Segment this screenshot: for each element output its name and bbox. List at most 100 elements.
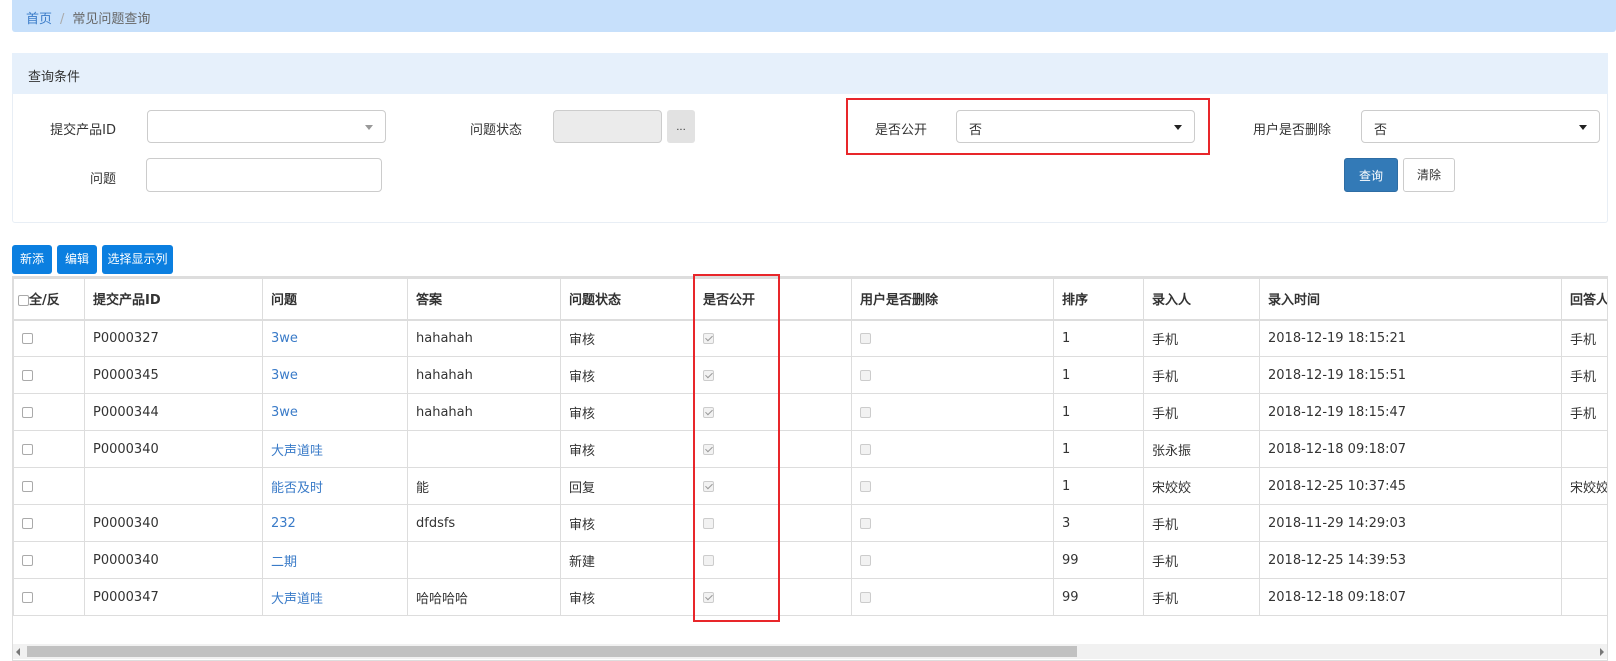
cell-status: 审核 [569,591,596,607]
cell-status: 审核 [569,406,596,422]
deleted-select[interactable]: 否 [1361,110,1600,143]
header-answer[interactable]: 答案 [407,278,561,321]
cell-status: 审核 [569,369,596,385]
scroll-right-icon[interactable] [1600,648,1604,656]
clear-button[interactable]: 清除 [1403,158,1455,192]
cell-order: 1 [1062,330,1071,346]
deleted-checkbox [860,554,871,566]
cell-time: 2018-12-18 09:18:07 [1268,589,1407,605]
cell-creator: 手机 [1152,332,1179,348]
deleted-checkbox [860,406,871,418]
table-cell: 99 [1053,541,1144,579]
table-cell: 张永振 [1143,430,1260,468]
table-cell: 审核 [560,504,695,542]
cell-status: 新建 [569,554,596,570]
breadcrumb-home-link[interactable]: 首页 [26,12,52,27]
table-row[interactable]: P0000345 3we hahahah 审核 1 手机 2018-12-19 18:15:… [13,356,1607,394]
question-input[interactable] [146,158,382,192]
horizontal-scrollbar[interactable] [13,644,1607,659]
cell-answer: 能 [416,480,430,496]
cell-status: 审核 [569,517,596,533]
table-cell [851,319,1054,357]
scroll-left-icon[interactable] [16,648,20,656]
table-cell: 哈哈哈哈 [407,578,561,616]
header-order[interactable]: 排序 [1053,278,1144,321]
table-cell: dfdsfs [407,504,561,542]
header-time[interactable]: 录入时间 [1259,278,1562,321]
row-select-checkbox[interactable] [22,406,33,418]
row-select-checkbox[interactable] [22,591,33,603]
deleted-checkbox [860,480,871,492]
cell-creator: 宋姣姣 [1152,480,1192,496]
cell-creator: 手机 [1152,406,1179,422]
table-cell [13,356,85,394]
add-button[interactable]: 新添 [12,245,52,274]
row-select-checkbox[interactable] [22,480,33,492]
cell-question-link[interactable]: 二期 [271,555,297,570]
cell-time: 2018-12-19 18:15:51 [1268,367,1407,383]
search-button[interactable]: 查询 [1344,158,1398,192]
header-creator[interactable]: 录入人 [1143,278,1260,321]
table-row[interactable]: P0000340 二期 新建 99 手机 2018-12-25 14:39:53 [13,541,1607,579]
cell-question-link[interactable]: 3we [271,331,298,346]
deleted-checkbox [860,517,871,529]
public-select[interactable]: 否 [956,110,1195,143]
table-row[interactable]: 能否及时 能 回复 1 宋姣姣 2018-12-25 10:37:45 宋姣姣 [13,467,1607,505]
row-select-checkbox[interactable] [22,369,33,381]
cell-time: 2018-12-25 14:39:53 [1268,552,1407,568]
cell-product-id: P0000327 [93,330,159,346]
table-cell: P0000347 [84,578,263,616]
cell-question-link[interactable]: 232 [271,516,296,531]
header-select-all[interactable]: 全/反 [13,278,85,321]
header-answerer[interactable]: 回答人 [1561,278,1607,321]
cell-question-link[interactable]: 大声道哇 [271,444,323,459]
cell-question-link[interactable]: 能否及时 [271,481,323,496]
edit-button[interactable]: 编辑 [57,245,97,274]
table-cell [13,504,85,542]
table-row[interactable]: P0000340 大声道哇 审核 1 张永振 2018-12-18 09:18:07 [13,430,1607,468]
status-input[interactable] [553,110,662,143]
cell-question-link[interactable]: 3we [271,368,298,383]
table-cell: 2018-12-19 18:15:51 [1259,356,1562,394]
cell-time: 2018-12-18 09:18:07 [1268,441,1407,457]
header-question[interactable]: 问题 [262,278,408,321]
table-cell [13,541,85,579]
table-row[interactable]: P0000344 3we hahahah 审核 1 手机 2018-12-19 18:15:… [13,393,1607,431]
cell-answer: hahahah [416,330,473,346]
table-row[interactable]: P0000340 232 dfdsfs 审核 3 手机 2018-11-29 14:29:0… [13,504,1607,542]
cell-answerer: 手机 [1570,406,1597,422]
table-row[interactable]: P0000347 大声道哇 哈哈哈哈 审核 99 手机 2018-12-18 09:18:0… [13,578,1607,616]
header-status[interactable]: 问题状态 [560,278,695,321]
cell-answer: 哈哈哈哈 [416,591,469,607]
row-select-checkbox[interactable] [22,517,33,529]
row-select-checkbox[interactable] [22,554,33,566]
status-picker-button[interactable]: ... [667,110,695,143]
row-select-checkbox[interactable] [22,443,33,455]
table-cell [13,430,85,468]
table-cell: 手机 [1561,319,1607,357]
header-product-id[interactable]: 提交产品ID [84,278,263,321]
public-value: 否 [969,123,983,138]
cell-product-id: P0000344 [93,404,159,420]
table-row[interactable]: P0000327 3we hahahah 审核 1 手机 2018-12-19 18:15:… [13,319,1607,357]
table-cell: 手机 [1143,356,1260,394]
search-panel-title: 查询条件 [12,53,1608,94]
select-all-checkbox[interactable] [18,295,29,307]
row-select-checkbox[interactable] [22,332,33,344]
choose-columns-button[interactable]: 选择显示列 [102,245,173,274]
cell-order: 1 [1062,478,1071,494]
table-cell: 宋姣姣 [1143,467,1260,505]
cell-answerer: 手机 [1570,332,1597,348]
table-cell: P0000340 [84,430,263,468]
scrollbar-thumb[interactable] [27,646,1077,657]
cell-product-id: P0000340 [93,441,159,457]
product-id-select[interactable] [147,110,386,143]
table-cell: 二期 [262,541,408,579]
header-deleted[interactable]: 用户是否删除 [851,278,1054,321]
table-cell: 审核 [560,393,695,431]
table-cell: 2018-12-18 09:18:07 [1259,578,1562,616]
table-cell: 3we [262,393,408,431]
cell-question-link[interactable]: 大声道哇 [271,592,323,607]
cell-question-link[interactable]: 3we [271,405,298,420]
table-cell: hahahah [407,356,561,394]
